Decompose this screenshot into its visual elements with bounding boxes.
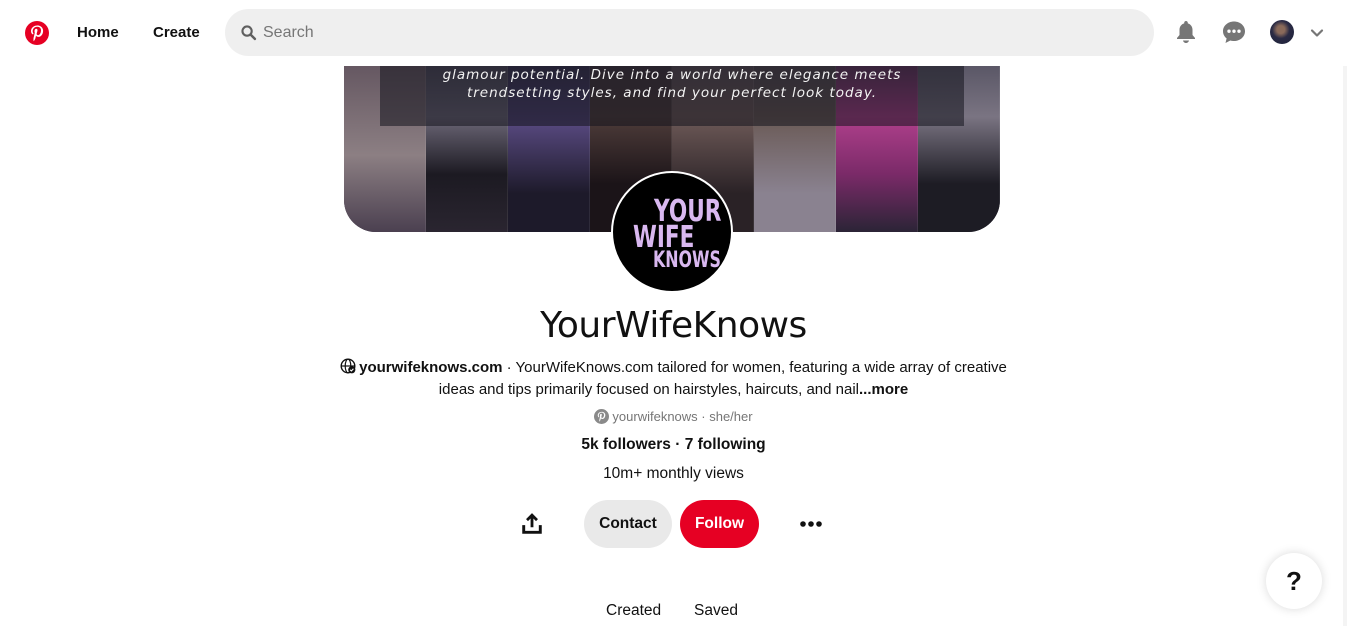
monthly-views: 10m+ monthly views: [603, 465, 744, 482]
more-link[interactable]: ...more: [859, 381, 908, 398]
following-count[interactable]: 7 following: [685, 436, 766, 453]
profile-name: YourWifeKnows: [540, 305, 807, 346]
search-icon: [241, 25, 257, 41]
chevron-down-icon[interactable]: [1310, 26, 1324, 40]
avatar[interactable]: [1270, 20, 1294, 44]
follow-separator: ·: [670, 436, 685, 453]
profile-avatar[interactable]: YOUR WIFE KNOWS: [611, 171, 733, 293]
verified-globe-icon: [340, 358, 356, 374]
search-bar[interactable]: [225, 9, 1154, 56]
username: yourwifeknows: [612, 409, 698, 424]
more-options-icon[interactable]: [798, 512, 824, 536]
followers-count[interactable]: 5k followers: [581, 436, 671, 453]
follow-button[interactable]: Follow: [680, 500, 759, 548]
avatar-text-knows: KNOWS: [653, 248, 721, 273]
chat-icon: [1223, 21, 1245, 43]
pinterest-small-icon: [594, 409, 610, 424]
nav-create[interactable]: Create: [153, 24, 200, 41]
bell-icon: [1177, 21, 1195, 43]
help-button[interactable]: ?: [1266, 553, 1322, 609]
pinterest-logo-icon[interactable]: [25, 21, 49, 45]
contact-button[interactable]: Contact: [584, 500, 672, 548]
cover-text: glamour potential. Dive into a world whe…: [442, 67, 902, 101]
follow-stats: 5k followers · 7 following: [0, 436, 1347, 454]
bio-separator: ·: [502, 359, 516, 376]
tab-created[interactable]: Created: [606, 602, 661, 620]
notifications-button[interactable]: [1171, 17, 1201, 47]
tab-saved[interactable]: Saved: [694, 602, 738, 620]
profile-bio: yourwifeknows.com · YourWifeKnows.com ta…: [340, 357, 1007, 401]
scrollbar[interactable]: [1343, 0, 1347, 626]
share-icon[interactable]: [519, 511, 545, 537]
profile-handle-line: yourwifeknows · she/her: [0, 409, 1347, 424]
nav-home[interactable]: Home: [77, 24, 119, 41]
top-nav-bar: Home Create: [0, 0, 1347, 66]
website-link[interactable]: yourwifeknows.com: [359, 359, 502, 376]
search-input[interactable]: [263, 9, 1133, 56]
messages-button[interactable]: [1219, 17, 1249, 47]
pronouns: · she/her: [697, 409, 753, 424]
bio-text: YourWifeKnows.com tailored for women, fe…: [438, 359, 1007, 398]
